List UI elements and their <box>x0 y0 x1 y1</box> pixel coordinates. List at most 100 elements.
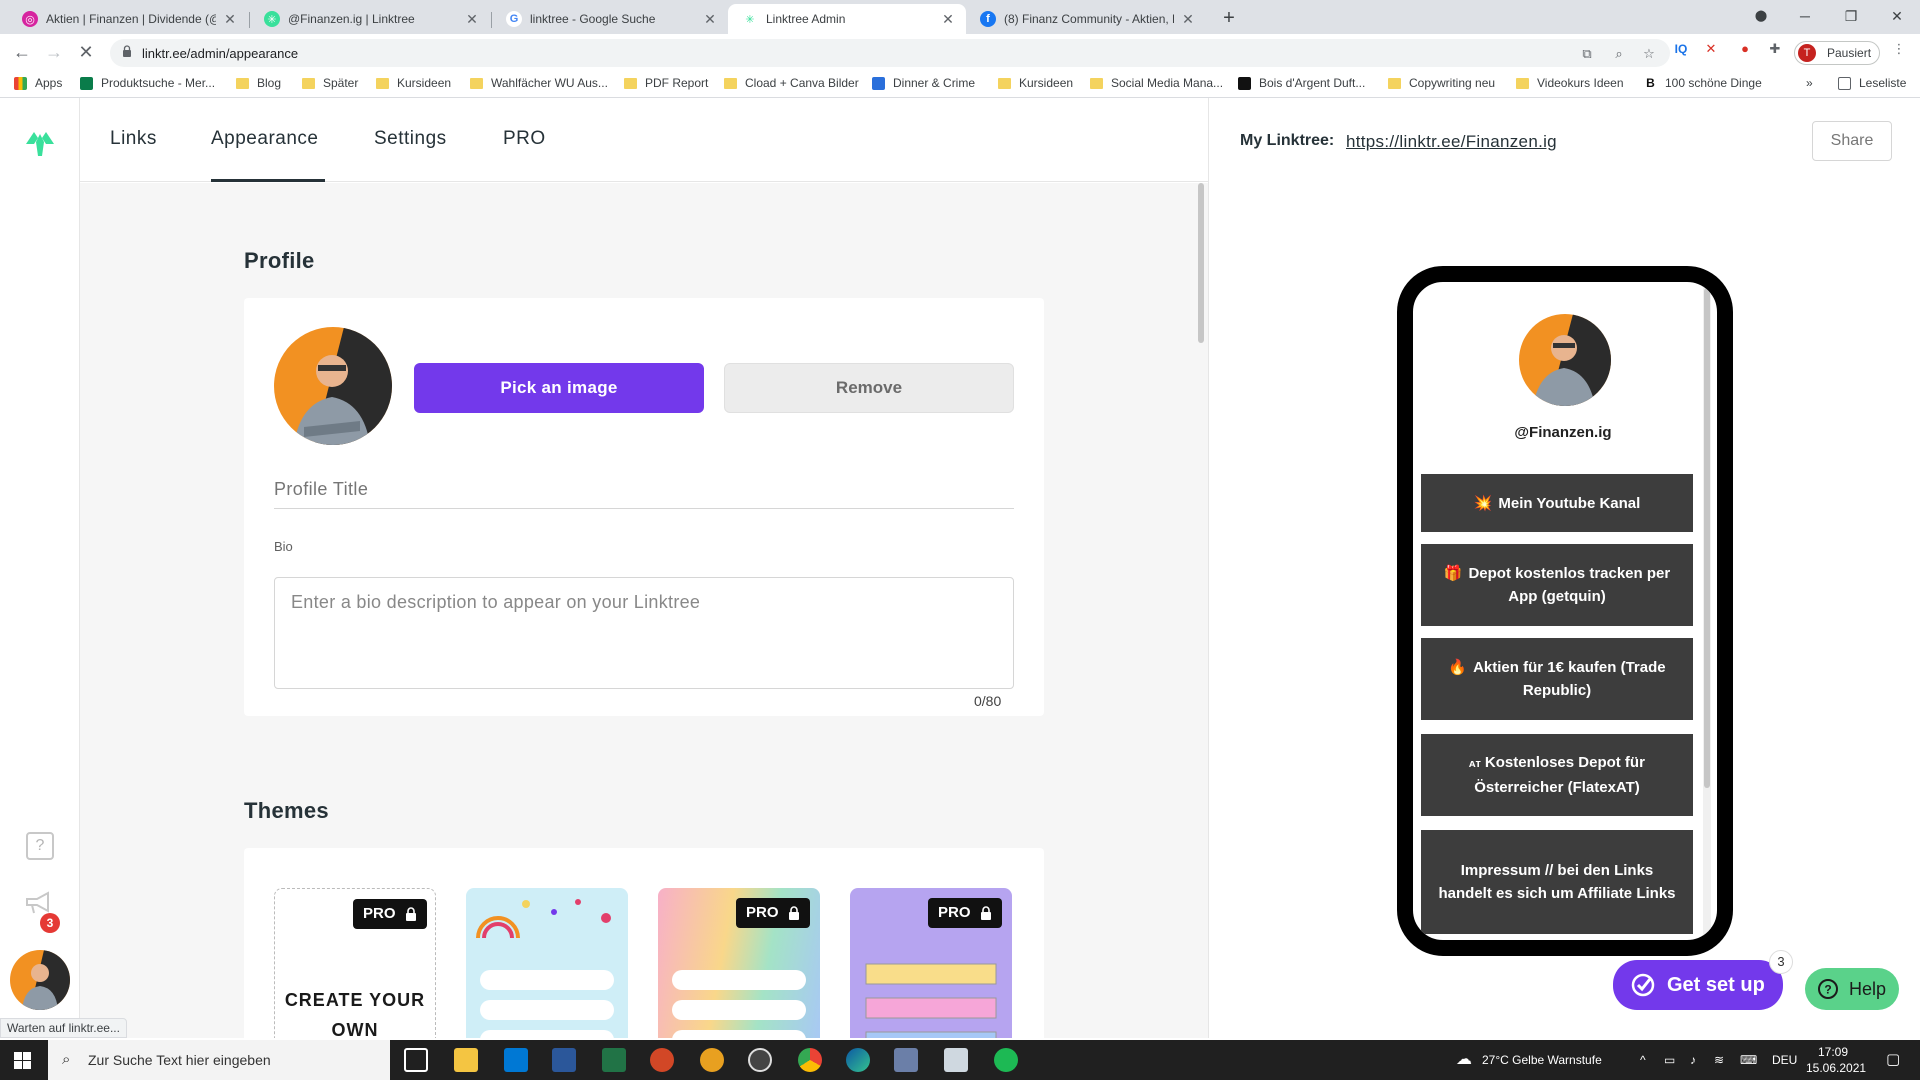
help-button[interactable]: ? Help <box>1805 968 1899 1010</box>
theme-custom[interactable]: PRO CREATE YOUR OWN <box>274 888 436 1038</box>
forward-icon[interactable]: → <box>42 40 66 64</box>
extension-iq-icon[interactable]: IQ <box>1672 40 1690 58</box>
tab-appearance[interactable]: Appearance <box>211 128 318 150</box>
bookmark-folder[interactable]: Wahlfächer WU Aus... <box>470 76 608 90</box>
theme-card[interactable] <box>466 888 628 1038</box>
bookmark-folder[interactable]: Cload + Canva Bilder <box>724 76 859 90</box>
edge-icon[interactable] <box>846 1048 870 1072</box>
zoom-icon[interactable]: ⌕ <box>1610 45 1628 63</box>
tray-network-icon[interactable]: ▭ <box>1664 1040 1675 1080</box>
stop-icon[interactable]: ✕ <box>74 40 98 64</box>
help-question-icon[interactable]: ? <box>26 832 54 860</box>
preview-link-button[interactable]: 💥 Mein Youtube Kanal <box>1421 474 1693 532</box>
spotify-icon[interactable] <box>994 1048 1018 1072</box>
menu-kebab-icon[interactable]: ⋮ <box>1890 40 1908 58</box>
mail-icon[interactable] <box>504 1048 528 1072</box>
bookmark-folder[interactable]: Später <box>302 76 358 90</box>
back-icon[interactable]: ← <box>10 40 34 64</box>
address-bar[interactable]: linktr.ee/admin/appearance ⧉ ⌕ ☆ <box>110 39 1670 67</box>
close-icon[interactable]: ✕ <box>464 11 480 28</box>
more-bookmarks-icon[interactable]: » <box>1806 76 1813 90</box>
windows-start-icon[interactable] <box>14 1052 31 1069</box>
user-avatar[interactable] <box>10 950 70 1010</box>
bookmark-item[interactable]: B 100 schöne Dinge <box>1644 76 1762 90</box>
translate-icon[interactable]: ⧉ <box>1578 45 1596 63</box>
share-button[interactable]: Share <box>1812 121 1892 161</box>
powerpoint-icon[interactable] <box>650 1048 674 1072</box>
bio-textarea[interactable]: Enter a bio description to appear on you… <box>274 577 1014 689</box>
browser-tab[interactable]: G linktree - Google Suche ✕ <box>492 4 728 34</box>
browser-tab[interactable]: ✳ @Finanzen.ig | Linktree ✕ <box>250 4 490 34</box>
excel-icon[interactable] <box>602 1048 626 1072</box>
url-text[interactable]: linktr.ee/admin/appearance <box>142 46 298 61</box>
main-scrollbar[interactable] <box>1196 183 1206 1038</box>
scrollbar-thumb[interactable] <box>1198 183 1204 343</box>
bookmark-star-icon[interactable]: ☆ <box>1640 45 1658 63</box>
obs-icon[interactable] <box>748 1048 772 1072</box>
close-icon[interactable]: ✕ <box>702 11 718 28</box>
word-icon[interactable] <box>552 1048 576 1072</box>
preview-link-button[interactable]: 🔥 Aktien für 1€ kaufen (Trade Republic) <box>1421 638 1693 720</box>
bookmark-folder[interactable]: Social Media Mana... <box>1090 76 1223 90</box>
task-view-icon[interactable] <box>404 1048 428 1072</box>
tab-settings[interactable]: Settings <box>374 128 447 150</box>
weather-text[interactable]: 27°C Gelbe Warnstufe <box>1482 1040 1602 1080</box>
close-window-button[interactable]: ✕ <box>1874 0 1920 34</box>
app-icon[interactable] <box>700 1048 724 1072</box>
linktree-logo-icon[interactable] <box>24 128 56 156</box>
theme-card[interactable]: PRO <box>658 888 820 1038</box>
language-indicator[interactable]: DEU <box>1772 1040 1797 1080</box>
notepad-icon[interactable] <box>944 1048 968 1072</box>
browser-tab[interactable]: f (8) Finanz Community - Aktien, D ✕ <box>966 4 1206 34</box>
bookmark-folder[interactable]: PDF Report <box>624 76 708 90</box>
chrome-icon[interactable] <box>798 1048 822 1072</box>
phone-scrollbar[interactable] <box>1703 282 1711 940</box>
profile-title-input[interactable]: Profile Title <box>274 473 1014 509</box>
extension-icon[interactable]: ✕ <box>1702 40 1720 58</box>
tab-pro[interactable]: PRO <box>503 128 546 150</box>
theme-card[interactable]: PRO <box>850 888 1012 1038</box>
clock-date[interactable]: 15.06.2021 <box>1806 1048 1866 1080</box>
file-explorer-icon[interactable] <box>454 1048 478 1072</box>
tray-chevron-icon[interactable]: ^ <box>1640 1040 1646 1080</box>
get-set-up-button[interactable]: Get set up <box>1613 960 1783 1010</box>
browser-tab-active[interactable]: ✳ Linktree Admin ✕ <box>728 4 966 34</box>
app-icon[interactable] <box>894 1048 918 1072</box>
bookmark-item[interactable]: Bois d'Argent Duft... <box>1238 76 1365 90</box>
remove-image-button[interactable]: Remove <box>724 363 1014 413</box>
close-icon[interactable]: ✕ <box>222 11 238 28</box>
close-icon[interactable]: ✕ <box>1180 11 1196 28</box>
restore-button[interactable]: ❐ <box>1828 0 1874 34</box>
keyboard-icon[interactable]: ⌨ <box>1740 1040 1757 1080</box>
bookmark-folder[interactable]: Kursideen <box>998 76 1073 90</box>
weather-icon[interactable]: ☁ <box>1456 1040 1472 1080</box>
notifications-icon[interactable]: ▢ <box>1886 1040 1900 1080</box>
bookmark-folder[interactable]: Kursideen <box>376 76 451 90</box>
preview-link-button[interactable]: 🎁 Depot kostenlos tracken per App (getqui… <box>1421 544 1693 626</box>
pick-image-button[interactable]: Pick an image <box>414 363 704 413</box>
preview-link-button[interactable]: Impressum // bei den Links handelt es si… <box>1421 830 1693 934</box>
bookmark-item[interactable]: Apps <box>14 76 62 90</box>
preview-link-button[interactable]: ᴀᴛ Kostenloses Depot für Österreicher (Fl… <box>1421 734 1693 816</box>
bookmark-folder[interactable]: Blog <box>236 76 281 90</box>
bookmark-folder[interactable]: Videokurs Ideen <box>1516 76 1624 90</box>
extension-icon[interactable]: ● <box>1736 40 1754 58</box>
bookmark-item[interactable]: Produktsuche - Mer... <box>80 76 215 90</box>
profile-chip[interactable]: T Pausiert <box>1794 41 1880 65</box>
profile-avatar[interactable] <box>274 327 392 445</box>
minimize-button[interactable]: ─ <box>1782 0 1828 34</box>
phone-scrollbar-thumb[interactable] <box>1704 288 1710 788</box>
browser-tab[interactable]: ◎ Aktien | Finanzen | Dividende (@ ✕ <box>8 4 248 34</box>
volume-icon[interactable]: ♪ <box>1690 1040 1696 1080</box>
my-linktree-url[interactable]: https://linktr.ee/Finanzen.ig <box>1346 132 1557 152</box>
close-icon[interactable]: ✕ <box>940 11 956 28</box>
tab-search-icon[interactable]: ⬤ <box>1738 0 1784 34</box>
taskbar-search[interactable]: ⌕ Zur Suche Text hier eingeben <box>48 1040 390 1080</box>
extensions-puzzle-icon[interactable]: ✚ <box>1766 40 1784 58</box>
wifi-icon[interactable]: ≋ <box>1714 1040 1724 1080</box>
bookmark-item[interactable]: Dinner & Crime <box>872 76 975 90</box>
new-tab-button[interactable]: + <box>1216 6 1242 32</box>
tab-links[interactable]: Links <box>110 128 157 150</box>
reading-list-button[interactable]: Leseliste <box>1838 76 1906 90</box>
bookmark-folder[interactable]: Copywriting neu <box>1388 76 1495 90</box>
